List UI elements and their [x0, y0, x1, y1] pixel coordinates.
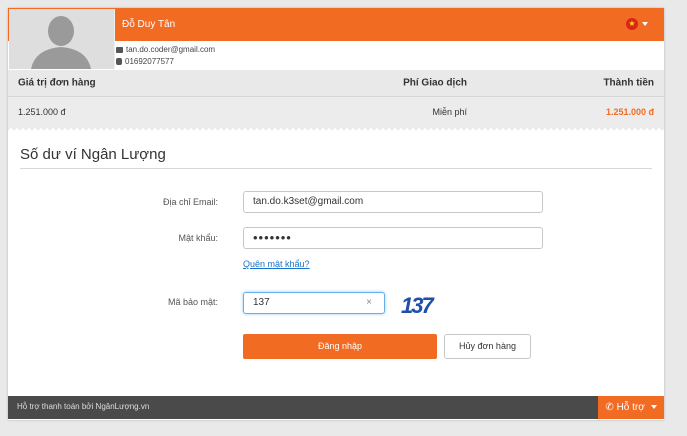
cancel-order-button[interactable]: Hủy đơn hàng — [444, 334, 531, 359]
password-field[interactable]: ••••••• — [243, 227, 543, 249]
user-email: tan.do.coder@gmail.com — [126, 45, 216, 54]
divider — [20, 168, 652, 169]
user-name: Đỗ Duy Tân — [122, 19, 176, 30]
support-label: Hỗ trợ — [616, 402, 645, 413]
section-title: Số dư ví Ngân Lượng — [20, 146, 166, 163]
col-order-value: Giá trị đơn hàng — [18, 77, 96, 89]
captcha-label: Mã bảo mật: — [167, 297, 218, 307]
clear-icon[interactable]: × — [366, 293, 372, 313]
user-phone: 01692077577 — [125, 57, 174, 66]
fee-value: Miễn phí — [432, 107, 467, 117]
phone-row: 01692077577 — [116, 57, 174, 66]
captcha-input[interactable]: 137 × — [243, 292, 385, 314]
email-row: tan.do.coder@gmail.com — [116, 45, 215, 54]
forgot-password-link[interactable]: Quên mật khẩu? — [243, 259, 310, 269]
email-field[interactable]: tan.do.k3set@gmail.com — [243, 191, 543, 213]
phone-icon — [116, 58, 122, 65]
zigzag-edge — [8, 127, 664, 133]
order-table-header: Giá trị đơn hàng Phí Giao dịch Thành tiề… — [8, 70, 664, 97]
total-value: 1.251.000 đ — [605, 107, 654, 117]
flag-star-icon: ★ — [628, 19, 636, 28]
header: Đỗ Duy Tân ★ tan.do.coder@gmail.com 0169… — [8, 8, 664, 70]
col-fee: Phí Giao dịch — [403, 77, 467, 89]
captcha-text: 137 — [401, 294, 435, 316]
user-silhouette-icon — [9, 9, 114, 69]
chevron-down-icon — [650, 405, 657, 410]
password-label: Mật khẩu: — [178, 233, 218, 243]
footer: Hỗ trợ thanh toán bởi NgânLượng.vn ✆ Hỗ … — [8, 396, 664, 419]
support-button[interactable]: ✆ Hỗ trợ — [598, 396, 664, 419]
payment-card: Đỗ Duy Tân ★ tan.do.coder@gmail.com 0169… — [8, 8, 664, 420]
captcha-image: 137 — [401, 294, 437, 316]
email-label: Địa chỉ Email: — [162, 197, 218, 207]
chevron-down-icon[interactable] — [642, 22, 648, 26]
captcha-input-value: 137 — [253, 297, 270, 308]
avatar — [9, 9, 115, 69]
col-total: Thành tiền — [603, 77, 654, 89]
order-table-row: 1.251.000 đ Miễn phí 1.251.000 đ — [8, 97, 664, 127]
login-button[interactable]: Đăng nhập — [243, 334, 437, 359]
order-value: 1.251.000 đ — [18, 107, 66, 117]
envelope-icon — [116, 46, 123, 53]
footer-text: Hỗ trợ thanh toán bởi NgânLượng.vn — [17, 402, 150, 411]
phone-icon: ✆ — [605, 402, 614, 413]
